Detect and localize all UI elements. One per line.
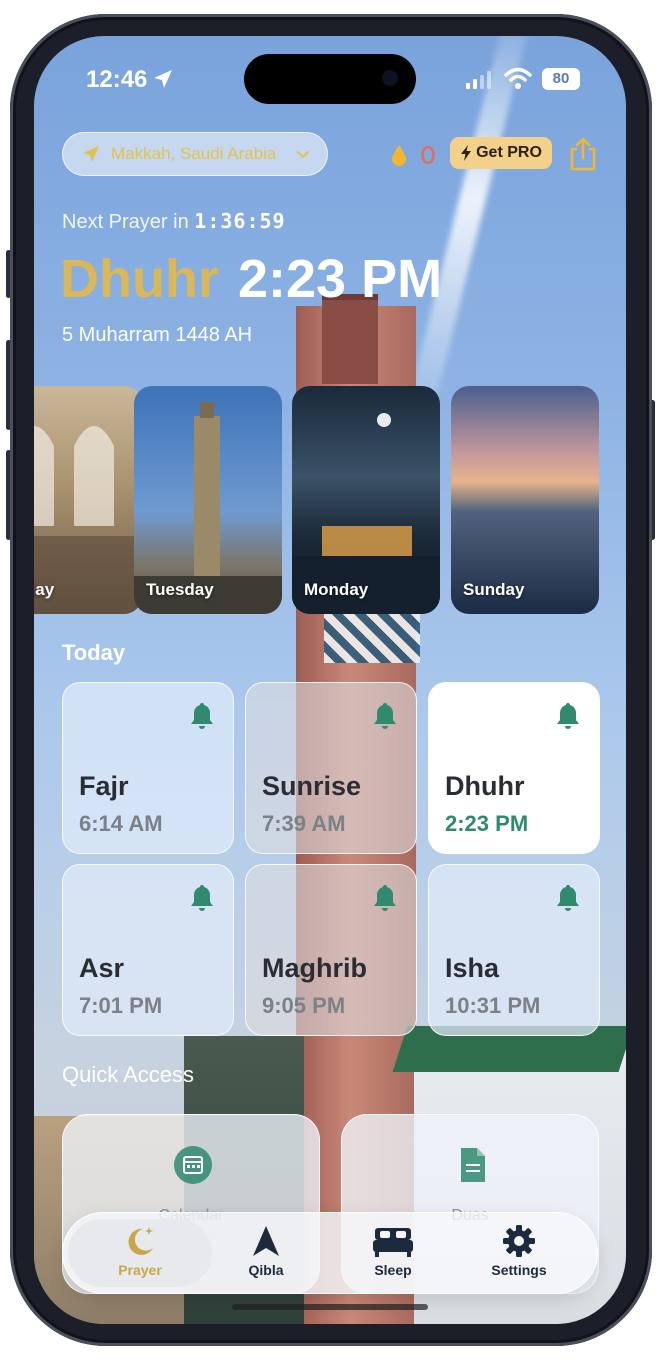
prayer-time: 6:14 AM xyxy=(79,811,163,836)
tab-label: Prayer xyxy=(118,1262,162,1278)
next-prayer-time: 2:23 PM xyxy=(238,249,443,309)
wallpaper-card[interactable]: esday xyxy=(34,386,142,614)
wallpaper-card[interactable]: Monday xyxy=(292,386,440,614)
prayer-time: 7:39 AM xyxy=(262,811,346,836)
hijri-date: 5 Muharram 1448 AH xyxy=(62,324,253,346)
wallpaper-day-label: esday xyxy=(34,580,55,599)
cellular-signal-icon xyxy=(466,71,491,89)
prayer-name: Isha xyxy=(445,953,500,983)
prayer-name: Fajr xyxy=(79,771,129,801)
quick-access-title: Quick Access xyxy=(62,1062,195,1087)
streak-ring-icon[interactable] xyxy=(420,145,436,165)
share-icon[interactable] xyxy=(568,136,598,172)
moon-icon xyxy=(128,1227,153,1255)
lightning-icon xyxy=(461,145,472,161)
bed-icon xyxy=(373,1228,413,1257)
wallpaper-card[interactable]: Sunday xyxy=(451,386,599,614)
bell-icon[interactable] xyxy=(189,701,215,729)
camera-icon xyxy=(382,70,398,86)
minaret-tile-band xyxy=(324,611,420,663)
prayer-card-dhuhr[interactable]: Dhuhr 2:23 PM xyxy=(428,682,600,854)
wallpaper-card[interactable]: Tuesday xyxy=(134,386,282,614)
prayer-name: Maghrib xyxy=(262,953,367,983)
prayer-time: 2:23 PM xyxy=(445,811,529,836)
next-prayer-name: Dhuhr xyxy=(60,249,219,309)
prayer-time: 10:31 PM xyxy=(445,993,541,1018)
home-indicator xyxy=(232,1304,428,1310)
chevron-down-icon xyxy=(297,151,309,159)
wallpaper-day-label: Tuesday xyxy=(146,580,214,599)
bell-icon[interactable] xyxy=(372,701,398,729)
tab-settings[interactable]: Settings xyxy=(459,1224,579,1288)
prayer-card-isha[interactable]: Isha 10:31 PM xyxy=(428,864,600,1036)
location-arrow-icon xyxy=(154,70,172,88)
wallpaper-carousel[interactable]: esday Tuesday Monday Sunday xyxy=(34,386,626,614)
today-section-title: Today xyxy=(62,640,126,665)
prayer-name: Sunrise xyxy=(262,771,362,801)
get-pro-button[interactable]: Get PRO xyxy=(450,137,552,169)
location-selector[interactable]: Makkah, Saudi Arabia xyxy=(62,132,328,176)
battery-indicator: 80 xyxy=(542,68,580,90)
drop-icon[interactable] xyxy=(390,144,408,166)
calendar-icon xyxy=(174,1146,212,1184)
status-time: 12:46 xyxy=(86,66,148,93)
bell-icon[interactable] xyxy=(372,883,398,911)
tab-qibla[interactable]: Qibla xyxy=(206,1224,326,1288)
prayer-card-maghrib[interactable]: Maghrib 9:05 PM xyxy=(245,864,417,1036)
bell-icon[interactable] xyxy=(555,701,581,729)
prayer-card-fajr[interactable]: Fajr 6:14 AM xyxy=(62,682,234,854)
tab-prayer[interactable]: Prayer xyxy=(80,1224,200,1288)
prayer-name: Dhuhr xyxy=(445,771,525,801)
next-prayer-countdown: Next Prayer in 1:36:59 xyxy=(62,209,286,234)
next-prayer-label: Next Prayer in xyxy=(62,211,189,233)
gear-icon xyxy=(503,1225,535,1257)
tab-label: Qibla xyxy=(248,1262,284,1278)
wallpaper-day-label: Sunday xyxy=(463,580,525,599)
countdown-value: 1:36:59 xyxy=(194,209,286,233)
bell-icon[interactable] xyxy=(555,883,581,911)
prayer-card-sunrise[interactable]: Sunrise 7:39 AM xyxy=(245,682,417,854)
get-pro-label: Get PRO xyxy=(476,144,542,161)
prayer-name: Asr xyxy=(79,953,125,983)
prayer-card-asr[interactable]: Asr 7:01 PM xyxy=(62,864,234,1036)
location-arrow-icon xyxy=(83,146,99,162)
light-beam xyxy=(402,36,532,433)
document-icon xyxy=(461,1148,485,1182)
wallpaper-day-label: Monday xyxy=(304,580,369,599)
prayer-time: 9:05 PM xyxy=(262,993,346,1018)
tab-label: Sleep xyxy=(374,1262,412,1278)
compass-arrow-icon xyxy=(253,1226,279,1256)
tab-sleep[interactable]: Sleep xyxy=(333,1224,453,1288)
tab-label: Settings xyxy=(491,1262,547,1278)
bell-icon[interactable] xyxy=(189,883,215,911)
wifi-icon xyxy=(504,67,532,89)
location-label: Makkah, Saudi Arabia xyxy=(111,144,277,163)
prayer-time: 7:01 PM xyxy=(79,993,163,1018)
